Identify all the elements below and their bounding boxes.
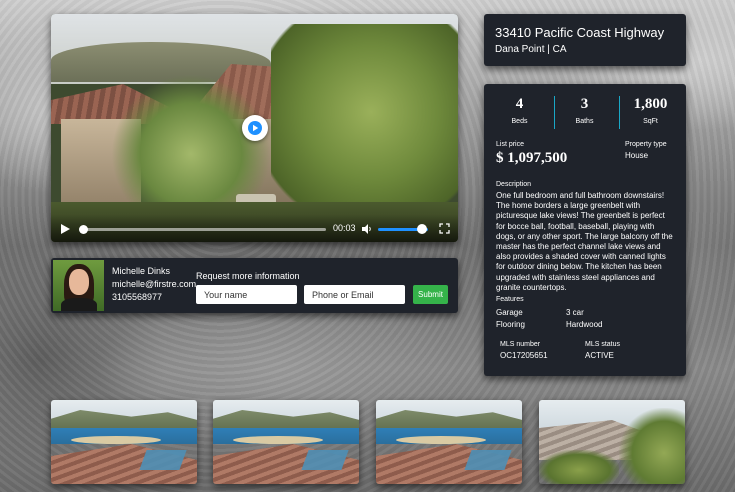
beds-stat: 4 Beds	[486, 96, 553, 125]
feature-value: 3 car	[566, 308, 584, 317]
volume-icon[interactable]	[361, 223, 373, 235]
address-card: 33410 Pacific Coast Highway Dana Point |…	[484, 14, 686, 66]
property-details-card: 4 Beds 3 Baths 1,800 SqFt List price $ 1…	[484, 84, 686, 376]
play-icon	[248, 121, 262, 135]
gallery-thumbnail[interactable]	[51, 400, 197, 484]
list-price-label: List price	[496, 141, 525, 148]
beds-value: 4	[515, 96, 524, 112]
play-overlay-button[interactable]	[242, 115, 268, 141]
agent-avatar	[53, 260, 104, 311]
sqft-value: 1,800	[633, 96, 668, 112]
video-progress-handle[interactable]	[79, 225, 88, 234]
request-info-title: Request more information	[196, 271, 300, 281]
feature-value: Hardwood	[566, 320, 603, 329]
video-controls: 00:03	[51, 214, 458, 242]
play-icon[interactable]	[59, 223, 71, 235]
mls-status: ACTIVE	[585, 351, 614, 360]
feature-name: Garage	[496, 308, 523, 317]
mls-number-label: MLS number	[500, 341, 541, 348]
description-label: Description	[496, 181, 532, 188]
property-video-player[interactable]: 00:03	[51, 14, 458, 242]
gallery-thumbnail[interactable]	[376, 400, 522, 484]
agent-name: Michelle Dinks	[112, 266, 171, 276]
baths-stat: 3 Baths	[551, 96, 618, 125]
mls-number: OC17205651	[500, 351, 548, 360]
baths-value: 3	[580, 96, 589, 112]
video-time: 00:03	[333, 223, 356, 233]
volume-handle[interactable]	[417, 224, 427, 234]
description-text: One full bedroom and full bathroom downs…	[496, 191, 673, 292]
fullscreen-icon[interactable]	[439, 223, 450, 234]
city-state: Dana Point | CA	[495, 44, 567, 55]
agent-phone[interactable]: 3105568977	[112, 292, 162, 302]
agent-contact-panel: Michelle Dinks michelle@firstre.com 3105…	[51, 258, 458, 313]
gallery-thumbnail[interactable]	[213, 400, 359, 484]
street-address: 33410 Pacific Coast Highway	[495, 25, 665, 40]
mls-status-label: MLS status	[585, 341, 621, 348]
feature-name: Flooring	[496, 320, 525, 329]
agent-email-link[interactable]: michelle@firstre.com	[112, 279, 196, 289]
beds-label: Beds	[511, 118, 528, 125]
sqft-label: SqFt	[643, 118, 658, 125]
property-type-label: Property type	[625, 141, 667, 148]
baths-label: Baths	[575, 118, 594, 125]
submit-button[interactable]: Submit	[413, 285, 448, 304]
phone-or-email-input[interactable]	[304, 285, 405, 304]
name-input[interactable]	[196, 285, 297, 304]
list-price: $ 1,097,500	[496, 150, 568, 166]
property-type: House	[625, 151, 649, 160]
video-progress-bar[interactable]	[81, 228, 326, 231]
sqft-stat: 1,800 SqFt	[617, 96, 684, 125]
gallery-thumbnail[interactable]	[539, 400, 685, 484]
features-label: Features	[496, 296, 524, 303]
